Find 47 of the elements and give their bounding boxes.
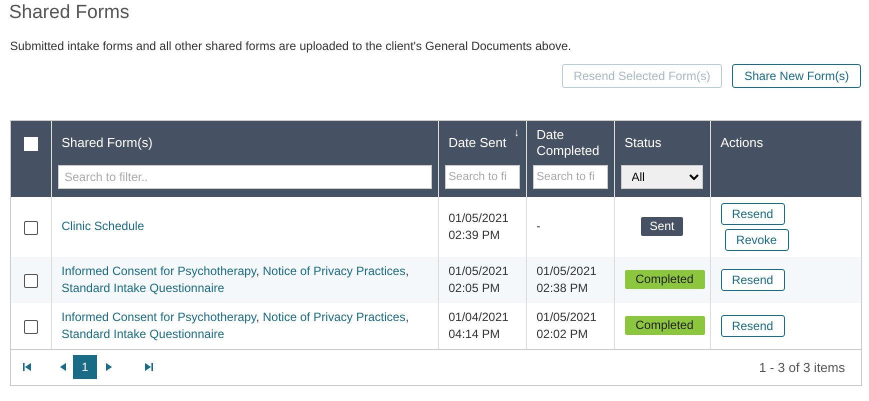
description-text: Submitted intake forms and all other shared forms are uploaded to the client's General Documents above.	[10, 38, 572, 55]
filter-field[interactable]: Search to fi	[532, 164, 608, 189]
last-page-icon[interactable]	[145, 363, 153, 372]
date-completed: 01/05/2021 02:38 PM	[536, 262, 598, 297]
date-sent: 01/04/2021 04:14 PM	[448, 308, 510, 343]
status-badge: Completed	[624, 316, 704, 336]
column-header[interactable]: Shared Form(s)	[62, 134, 153, 151]
page-button[interactable]: 1	[73, 355, 97, 380]
row-checkbox[interactable]	[24, 320, 38, 334]
first-page-icon[interactable]	[23, 363, 31, 372]
filter-field[interactable]: Search to filter..	[58, 164, 432, 189]
row-checkbox[interactable]	[24, 220, 38, 235]
column-header[interactable]: Date Completed	[536, 126, 608, 159]
date-sent: 01/05/2021 02:05 PM	[448, 262, 510, 297]
date-completed: 01/05/2021 02:02 PM	[536, 308, 598, 343]
separator-text: ,	[405, 264, 409, 278]
column-header[interactable]: Actions	[720, 134, 764, 151]
revoke-button[interactable]: Revoke	[724, 228, 788, 251]
form-link[interactable]: Informed Consent for Psychotherapy	[62, 264, 256, 278]
resend-button[interactable]: Resend	[720, 268, 784, 291]
column-header[interactable]: Status	[624, 134, 662, 151]
resend-button[interactable]: Resend	[720, 202, 784, 225]
pager-summary: 1 - 3 of 3 items	[759, 358, 845, 377]
form-link[interactable]: Standard Intake Questionnaire	[62, 280, 224, 295]
page-title: Shared Forms	[9, 2, 130, 25]
resend-button[interactable]: Resend	[720, 314, 784, 337]
row-checkbox[interactable]	[24, 274, 38, 288]
next-page-icon[interactable]	[105, 363, 113, 372]
select-all-checkbox[interactable]	[24, 136, 38, 151]
separator-text: ,	[256, 264, 260, 278]
status-filter-dropdown[interactable]: All	[620, 164, 702, 189]
form-link[interactable]: Notice of Privacy Practices	[262, 264, 406, 278]
form-link[interactable]: Standard Intake Questionnaire	[62, 326, 224, 341]
date-completed: -	[536, 218, 542, 236]
status-badge: Completed	[624, 270, 704, 290]
form-link[interactable]: Clinic Schedule	[62, 219, 144, 234]
column-header[interactable]: Date Sent	[448, 134, 506, 151]
share-form-button[interactable]: Share New Form(s)	[732, 64, 861, 88]
separator-text: ,	[256, 310, 260, 324]
form-link[interactable]: Notice of Privacy Practices	[262, 310, 406, 324]
previous-page-icon[interactable]	[59, 363, 67, 372]
filter-field[interactable]: Search to fi	[444, 164, 520, 189]
date-sent: 01/05/2021 02:39 PM	[448, 210, 510, 244]
separator-text: ,	[405, 310, 409, 324]
status-badge: Sent	[640, 217, 684, 236]
sort-indicator[interactable]: ↓	[514, 124, 520, 141]
form-link[interactable]: Informed Consent for Psychotherapy	[62, 310, 256, 324]
